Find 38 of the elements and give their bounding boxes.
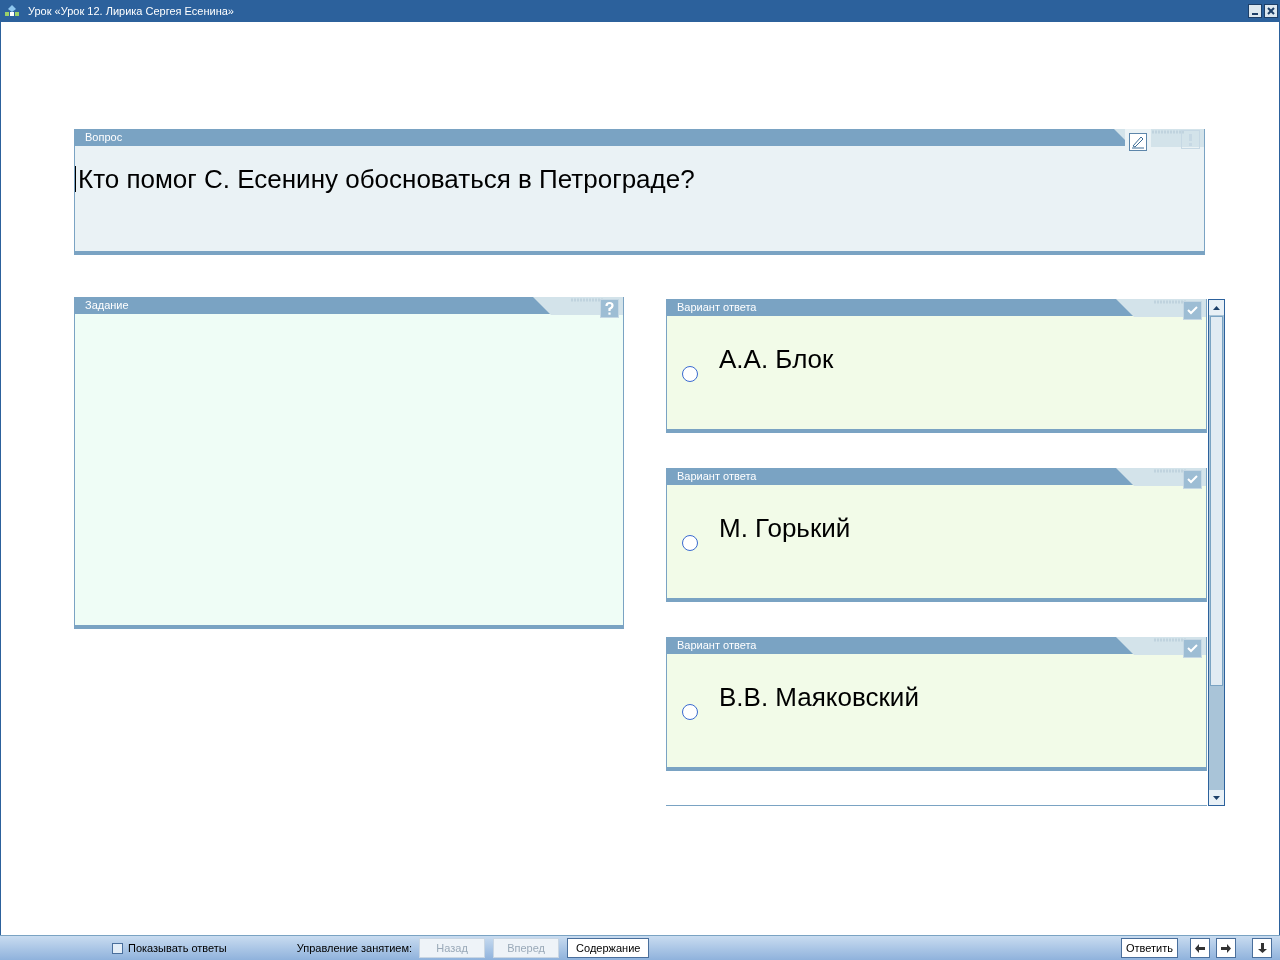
down-arrow-icon [1257,943,1267,953]
scroll-up-icon [1213,305,1220,310]
down-button[interactable] [1252,938,1272,958]
answer-text: А.А. Блок [719,346,834,372]
show-answers-checkbox[interactable] [112,942,123,954]
lesson-control-label: Управление занятием: [296,940,413,956]
answer-radio[interactable] [682,535,698,551]
app-logo-icon [4,5,20,17]
checkmark-icon [1183,638,1202,658]
panel-title: Вопрос [85,132,123,143]
minimize-button[interactable] [1248,4,1262,18]
answer-radio[interactable] [682,704,698,720]
scrollbar[interactable] [1208,299,1225,806]
window-title: Урок «Урок 12. Лирика Сергея Есенина» [28,3,234,19]
help-icon [600,298,619,318]
show-answers-label: Показывать ответы [128,940,227,956]
scroll-thumb[interactable] [1210,316,1223,686]
close-icon [1267,7,1275,15]
answer-button[interactable]: Ответить [1120,938,1178,958]
nav-button[interactable]: Содержание [567,938,650,958]
answer-radio[interactable] [682,366,698,382]
panel-title: Задание [85,300,129,311]
answer-text: В.В. Маяковский [719,684,919,710]
panel-title: Вариант ответа [677,640,757,651]
question-text: Кто помог С. Есенину обосноваться в Петрограде? [75,166,1204,192]
scroll-down-icon [1213,795,1220,800]
checkmark-icon [1183,469,1202,489]
checkmark-icon [1183,300,1202,320]
left-arrow-icon [1195,943,1205,953]
right-arrow-icon [1221,943,1231,953]
close-button[interactable] [1264,4,1278,18]
pen-icon [1129,133,1147,151]
answer-text: М. Горький [719,515,851,541]
previous-button[interactable] [1190,938,1210,958]
exclamation-icon [1181,130,1200,149]
panel-title: Вариант ответа [677,302,757,313]
next-button[interactable] [1216,938,1236,958]
panel-title: Вариант ответа [677,471,757,482]
